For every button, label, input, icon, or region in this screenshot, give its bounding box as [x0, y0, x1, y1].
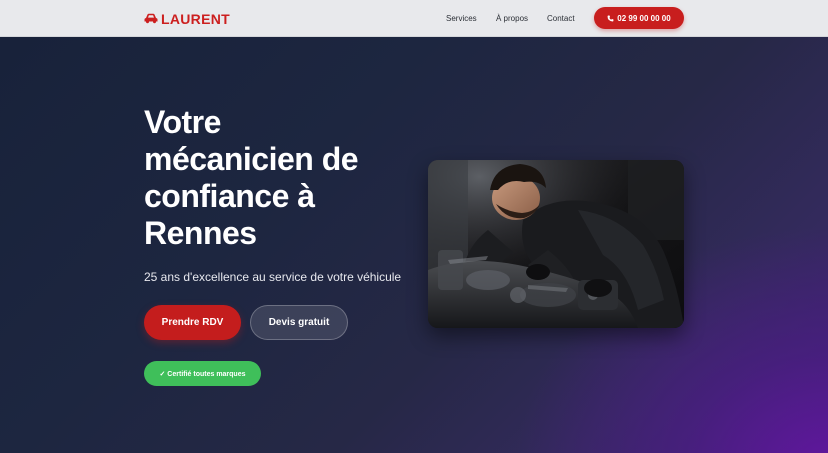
nav-link-contact[interactable]: Contact	[547, 14, 575, 23]
hero-title: Votre mécanicien de confiance à Rennes	[144, 104, 359, 251]
nav-link-about[interactable]: À propos	[496, 14, 528, 23]
phone-number: 02 99 00 00 00	[617, 13, 671, 23]
mechanic-photo	[428, 160, 684, 328]
logo[interactable]: LAURENT	[144, 10, 230, 27]
page: LAURENT Services À propos Contact 02 99 …	[0, 0, 828, 453]
phone-button[interactable]: 02 99 00 00 00	[594, 7, 684, 29]
certification-badge: ✓ Certifié toutes marques	[144, 361, 261, 386]
logo-text: LAURENT	[161, 10, 230, 27]
hero-subtitle: 25 ans d'excellence au service de votre …	[144, 270, 402, 284]
book-appointment-button[interactable]: Prendre RDV	[144, 305, 241, 340]
nav-link-services[interactable]: Services	[446, 14, 477, 23]
site-header: LAURENT Services À propos Contact 02 99 …	[0, 0, 828, 37]
free-quote-button[interactable]: Devis gratuit	[250, 305, 348, 340]
phone-icon	[607, 15, 614, 22]
car-icon	[144, 13, 158, 24]
hero-image	[428, 160, 684, 328]
hero-section: Votre mécanicien de confiance à Rennes 2…	[0, 37, 828, 453]
